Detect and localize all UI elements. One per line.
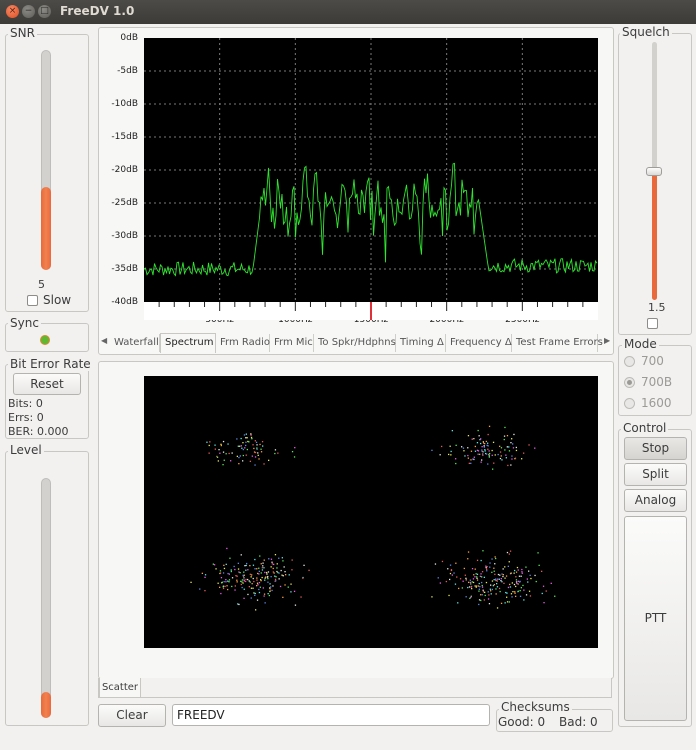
tab-frm-mic[interactable]: Frm Mic (270, 334, 314, 352)
reset-button[interactable]: Reset (13, 373, 81, 395)
stop-button[interactable]: Stop (624, 437, 687, 460)
sync-label: Sync (8, 316, 41, 330)
tab-frm-radio[interactable]: Frm Radio (216, 334, 270, 352)
level-meter (41, 478, 51, 718)
mode-label: Mode (622, 337, 659, 351)
window-title: FreeDV 1.0 (60, 4, 135, 18)
snr-meter (41, 50, 51, 270)
level-meter-fill (41, 691, 51, 718)
squelch-label: Squelch (620, 25, 672, 39)
snr-meter-fill (41, 187, 51, 270)
spectrum-y-tick-label: -5dB (117, 66, 138, 76)
errs-count: Errs: 0 (8, 411, 44, 424)
split-button[interactable]: Split (624, 463, 687, 486)
tab-scroll-right-icon[interactable]: ▶ (604, 336, 610, 345)
tab-waterfall[interactable]: Waterfall (110, 334, 160, 352)
minimize-window-button[interactable]: − (22, 5, 35, 18)
checksums-good: Good: 0 (498, 715, 546, 729)
mode-radio-700[interactable] (624, 356, 635, 367)
tab-scroll-left-icon[interactable]: ◀ (101, 336, 107, 345)
plot-tab-bar: ◀ ▶ Waterfall Spectrum Frm Radio Frm Mic To … (99, 333, 613, 354)
checksums-bad: Bad: 0 (559, 715, 598, 729)
clear-button[interactable]: Clear (98, 704, 166, 727)
tab-timing[interactable]: Timing Δ (396, 334, 446, 352)
ber-value: BER: 0.000 (8, 425, 69, 438)
tab-to-spkr-hdphns[interactable]: To Spkr/Hdphns (314, 334, 396, 352)
spectrum-y-tick-label: -10dB (111, 99, 138, 109)
spectrum-y-tick-label: 0dB (120, 33, 138, 43)
scatter-plot (144, 376, 598, 648)
mode-radio-1600[interactable] (624, 398, 635, 409)
analog-button[interactable]: Analog (624, 489, 687, 512)
snr-label: SNR (8, 26, 37, 40)
scatter-points (190, 425, 556, 611)
spectrum-plot (144, 38, 598, 320)
maximize-window-button[interactable]: □ (38, 5, 51, 18)
scatter-tab-strip (98, 678, 612, 698)
squelch-slider-handle[interactable] (646, 167, 662, 176)
ptt-button[interactable]: PTT (624, 516, 687, 721)
tab-frequency[interactable]: Frequency Δ (446, 334, 512, 352)
mode-option-label: 700B (641, 375, 673, 389)
tab-test-frame-errors[interactable]: Test Frame Errors (512, 334, 603, 352)
spectrum-y-tick-label: -30dB (111, 231, 138, 241)
slow-label: Slow (43, 293, 72, 307)
level-label: Level (8, 443, 44, 457)
spectrum-y-tick-label: -40dB (111, 297, 138, 307)
window-titlebar: × − □ FreeDV 1.0 (0, 0, 696, 24)
radio-selected-dot (627, 380, 632, 385)
spectrum-y-tick-label: -20dB (111, 165, 138, 175)
close-window-button[interactable]: × (6, 5, 19, 18)
control-label: Control (621, 421, 669, 435)
snr-value: 5 (38, 278, 45, 291)
spectrum-y-tick-label: -35dB (111, 264, 138, 274)
squelch-value: 1.5 (648, 301, 666, 314)
squelch-slider-fill (652, 171, 657, 300)
mode-option-label: 700 (641, 354, 664, 368)
bits-count: Bits: 0 (8, 397, 43, 410)
spectrum-y-tick-label: -25dB (111, 198, 138, 208)
ber-label: Bit Error Rate (8, 357, 93, 371)
mode-option-label: 1600 (641, 396, 672, 410)
slow-checkbox[interactable] (27, 295, 38, 306)
checksums-label: Checksums (499, 700, 572, 714)
mode-radio-700b[interactable] (624, 377, 635, 388)
sync-indicator-icon (40, 335, 50, 345)
tab-spectrum[interactable]: Spectrum (160, 333, 216, 353)
text-message-field[interactable]: FREEDV (172, 704, 490, 726)
tab-scatter[interactable]: Scatter (99, 678, 141, 698)
spectrum-y-tick-label: -15dB (111, 132, 138, 142)
squelch-checkbox[interactable] (647, 318, 658, 329)
